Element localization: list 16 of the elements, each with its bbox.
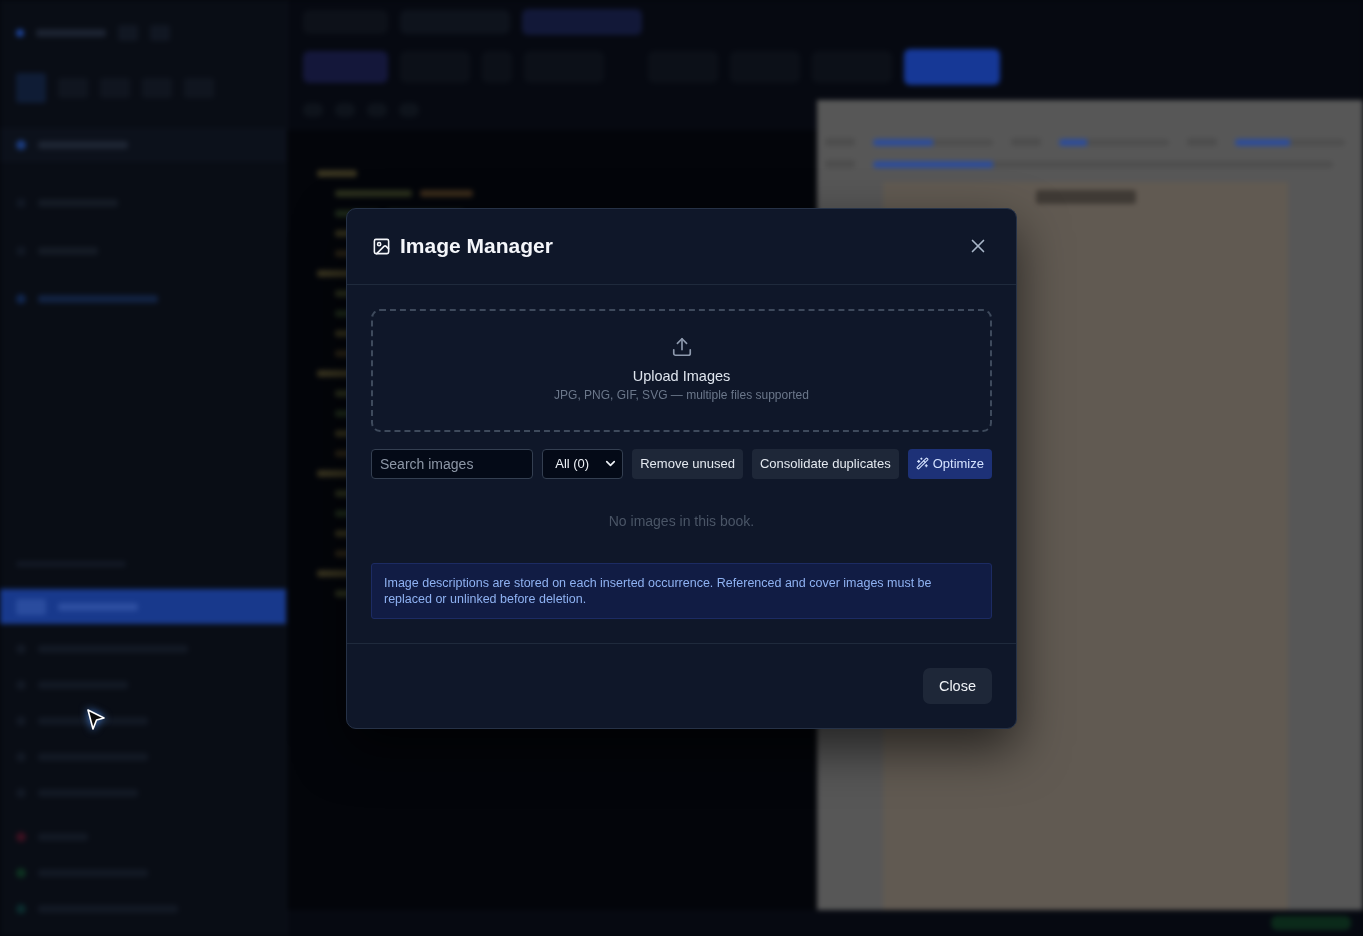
optimize-button[interactable]: Optimize bbox=[907, 448, 992, 479]
dialog-title: Image Manager bbox=[400, 234, 553, 258]
empty-message: No images in this book. bbox=[607, 511, 756, 531]
close-dialog-button[interactable]: Close bbox=[922, 667, 992, 704]
magic-wand-icon bbox=[915, 457, 929, 470]
upload-icon bbox=[670, 336, 693, 358]
image-icon bbox=[372, 236, 391, 256]
filter-select[interactable]: All (0) bbox=[542, 448, 624, 479]
toolbar-button[interactable]: Consolidate duplicates bbox=[751, 448, 899, 479]
search-field[interactable]: Search images bbox=[371, 448, 534, 479]
info-notice: Image descriptions are stored on each inserted occurrence. Referenced and cover images must be replaced or unlinked before deletion. bbox=[371, 562, 992, 619]
upload-title: Upload Images bbox=[632, 367, 731, 386]
upload-hint: JPG, PNG, GIF, SVG — multiple files supported bbox=[554, 387, 809, 404]
mouse-pointer-icon bbox=[86, 709, 106, 731]
toolbar-button[interactable]: Remove unused bbox=[632, 448, 743, 479]
upload-dropzone[interactable]: Upload Images JPG, PNG, GIF, SVG — multiple files supported bbox=[371, 308, 992, 432]
